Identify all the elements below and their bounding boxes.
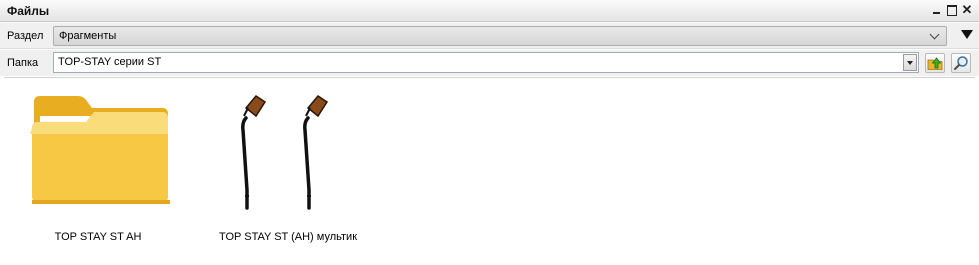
minimize-icon[interactable] bbox=[931, 3, 943, 17]
chevron-down-icon bbox=[929, 29, 940, 40]
maximize-icon[interactable] bbox=[946, 3, 958, 17]
section-label: Раздел bbox=[7, 30, 44, 42]
file-item-name: TOP STAY ST AH bbox=[54, 231, 142, 243]
file-item-fragment[interactable]: TOP STAY ST (AH) мультик bbox=[198, 78, 378, 264]
window-controls: ✕ bbox=[931, 3, 973, 17]
section-select-value: Фрагменты bbox=[59, 30, 117, 42]
title-bar: Файлы ✕ bbox=[0, 0, 979, 22]
fragment-thumbnail bbox=[241, 95, 329, 210]
section-row: Раздел Фрагменты bbox=[0, 23, 979, 49]
section-select[interactable]: Фрагменты bbox=[53, 26, 947, 46]
folder-icon bbox=[30, 96, 170, 204]
folder-path-combo[interactable]: TOP-STAY серии ST bbox=[53, 52, 919, 73]
folder-up-button[interactable] bbox=[925, 53, 945, 73]
folder-label: Папка bbox=[7, 57, 39, 69]
search-icon bbox=[953, 56, 968, 71]
section-menu-arrow-icon[interactable] bbox=[961, 30, 973, 39]
file-item-folder[interactable]: TOP STAY ST AH bbox=[8, 78, 188, 264]
folder-row: Папка TOP-STAY серии ST bbox=[0, 50, 979, 76]
close-icon[interactable]: ✕ bbox=[961, 3, 973, 17]
folder-path-value: TOP-STAY серии ST bbox=[58, 56, 162, 68]
file-browser-area: TOP STAY ST AH TOP STAY ST (AH) мультик bbox=[4, 77, 975, 263]
file-item-name: TOP STAY ST (AH) мультик bbox=[218, 231, 358, 243]
search-button[interactable] bbox=[951, 53, 971, 73]
folder-dropdown-button[interactable] bbox=[903, 54, 917, 71]
folder-up-icon bbox=[927, 57, 943, 70]
window-title: Файлы bbox=[7, 4, 50, 18]
